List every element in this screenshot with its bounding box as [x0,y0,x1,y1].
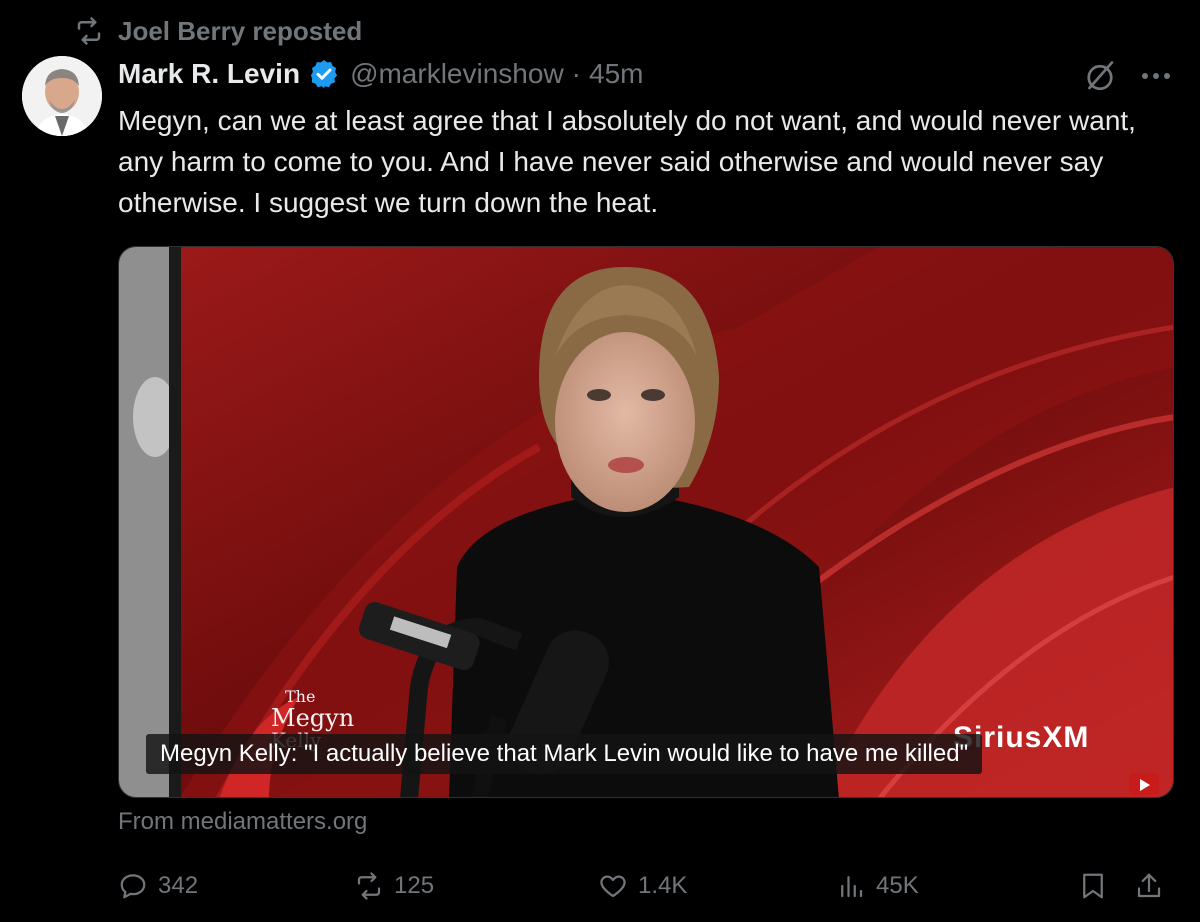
more-options-icon[interactable] [1138,62,1174,90]
reply-button[interactable]: 342 [118,866,198,906]
reply-icon [120,874,146,899]
repost-attribution[interactable]: Joel Berry reposted [74,14,362,48]
reply-count: 342 [158,872,199,899]
author-name[interactable]: Mark R. Levin [118,58,300,90]
repost-label: Joel Berry reposted [118,15,363,46]
verified-badge-icon[interactable] [308,58,340,90]
like-count: 1.4K [638,872,688,899]
share-icon [1137,873,1161,898]
media-source-link[interactable]: From mediamatters.org [118,808,367,836]
views-count: 45K [876,872,919,899]
timestamp[interactable]: 45m [589,58,643,90]
heart-icon [600,875,626,898]
tweet-actions: 342 125 1.4K 45K [118,866,1178,906]
tweet-text: Megyn, can we at least agree that I abso… [118,105,1136,218]
views-button[interactable]: 45K [836,866,919,906]
bookmark-button[interactable] [1078,866,1108,906]
repost-icon [357,872,381,900]
repost-button[interactable]: 125 [354,866,434,906]
views-chart-icon [841,876,863,898]
subscribe-icon [1129,773,1159,795]
repost-icon [77,17,101,45]
avatar[interactable] [22,56,102,136]
share-button[interactable] [1134,866,1164,906]
bookmark-icon [1083,873,1103,899]
author-handle[interactable]: @marklevinshow [350,58,564,90]
tweet-header: Mark R. Levin @marklevinshow · 45m [118,56,643,92]
repost-count: 125 [394,872,435,899]
logo-megyn: Megyn [271,704,355,732]
like-button[interactable]: 1.4K [598,866,687,906]
video-media[interactable]: The Megyn Kelly SiriusXM Megyn Kelly: "I… [118,246,1174,798]
grok-icon[interactable] [1082,58,1118,94]
video-caption: Megyn Kelly: "I actually believe that Ma… [146,734,983,774]
separator-dot: · [571,58,581,89]
